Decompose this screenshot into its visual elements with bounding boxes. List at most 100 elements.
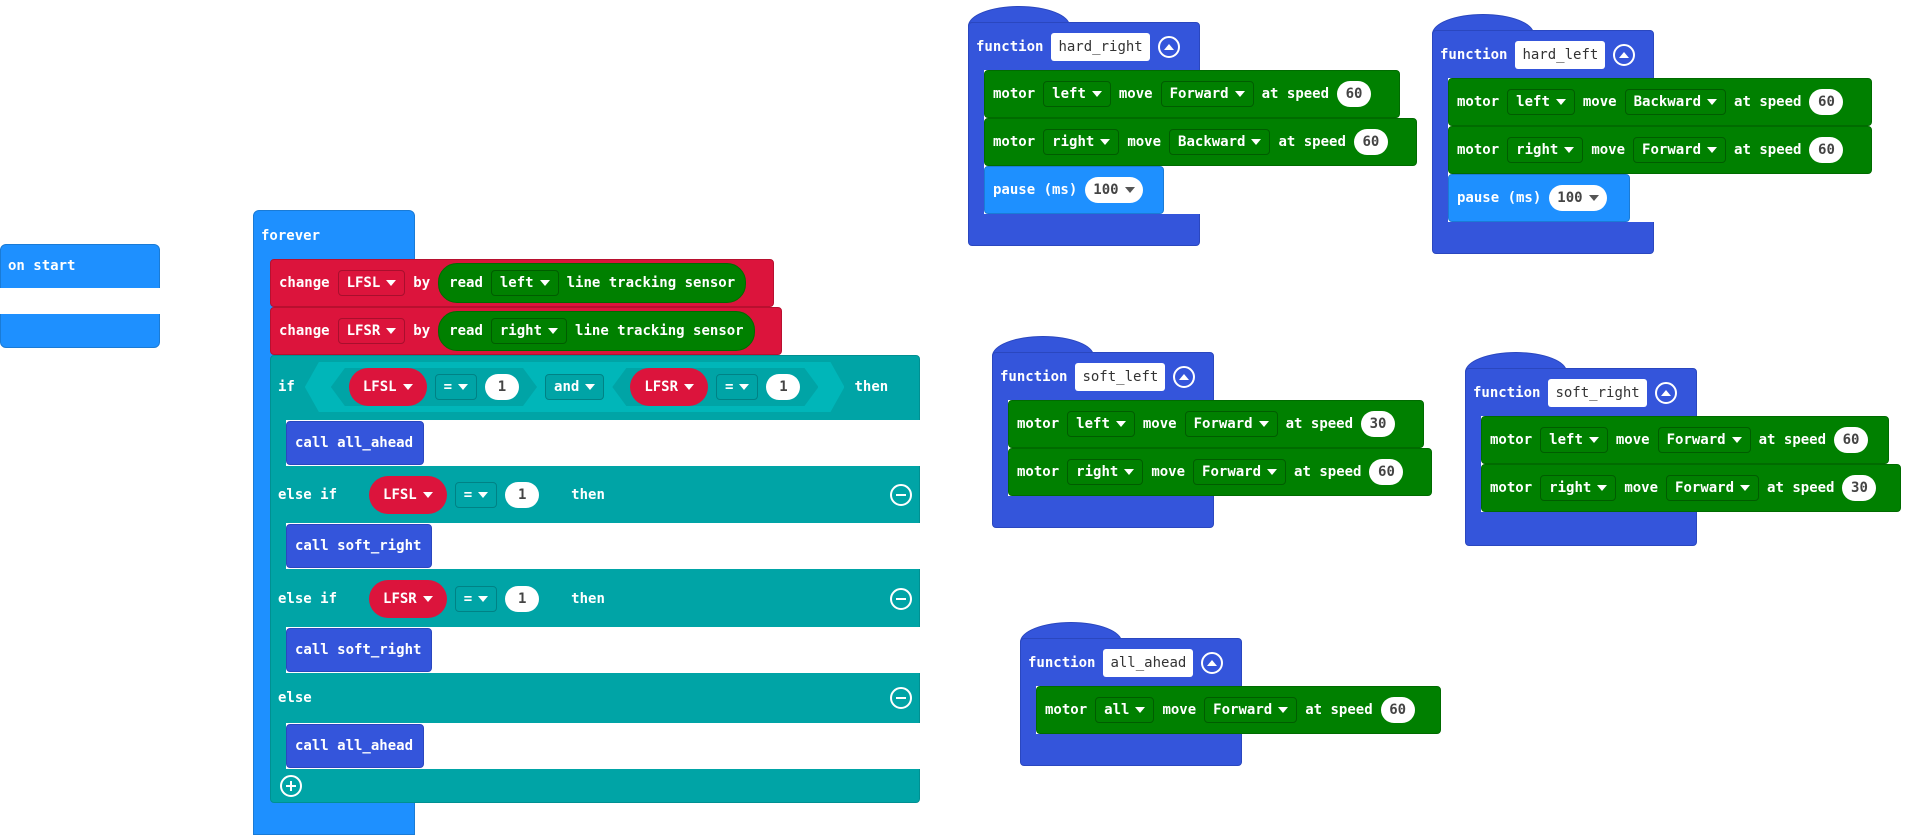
motor-block[interactable]: motor left move Forward at speed 30 (1008, 400, 1424, 448)
motor-block[interactable]: motor right move Forward at speed 60 (1448, 126, 1872, 174)
chevron-up-icon[interactable] (1201, 652, 1224, 674)
side-dropdown[interactable]: right (1507, 137, 1584, 163)
direction-dropdown[interactable]: Forward (1184, 411, 1278, 437)
motor-block[interactable]: motor right move Forward at speed 60 (1008, 448, 1432, 496)
function-name-field[interactable]: soft_right (1548, 379, 1647, 407)
pause-block[interactable]: pause (ms) 100 (984, 166, 1164, 214)
pause-input[interactable]: 100 (1085, 177, 1143, 203)
value-input[interactable]: 1 (505, 482, 539, 508)
speed-input[interactable]: 30 (1361, 411, 1396, 437)
motor-keyword: motor (1017, 416, 1060, 432)
speed-input[interactable]: 60 (1834, 427, 1869, 453)
lfsr-variable[interactable]: LFSR (369, 580, 447, 618)
change-lfsr-block[interactable]: change LFSR by read right line tracking … (270, 307, 782, 355)
at-speed-label: at speed (1261, 86, 1330, 102)
direction-dropdown[interactable]: Forward (1160, 81, 1254, 107)
on-start-label: on start (8, 258, 76, 274)
change-lfsl-block[interactable]: change LFSL by read left line tracking s… (270, 259, 774, 307)
motor-block[interactable]: motor left move Backward at speed 60 (1448, 78, 1872, 126)
else-keyword: else (278, 690, 312, 706)
side-dropdown[interactable]: left (1540, 427, 1608, 453)
function-name-field[interactable]: all_ahead (1103, 649, 1194, 677)
motor-block[interactable]: motor right move Backward at speed 60 (984, 118, 1417, 166)
side-dropdown[interactable]: right (1067, 459, 1144, 485)
speed-input[interactable]: 60 (1353, 129, 1388, 155)
side-dropdown[interactable]: left (1507, 89, 1575, 115)
side-dropdown[interactable]: right (1540, 475, 1617, 501)
function-name-field[interactable]: hard_right (1051, 33, 1150, 61)
motor-block[interactable]: motor all move Forward at speed 60 (1036, 686, 1441, 734)
side-dropdown[interactable]: left (1043, 81, 1111, 107)
function-header: function all_ahead (1020, 644, 1231, 682)
chevron-up-icon[interactable] (1173, 366, 1196, 388)
compare-lfsl[interactable]: LFSL = 1 (331, 368, 537, 406)
read-sensor-block[interactable]: read left line tracking sensor (438, 263, 747, 303)
side-dropdown[interactable]: left (490, 270, 559, 296)
at-speed-label: at speed (1285, 416, 1354, 432)
plus-circle-icon[interactable] (280, 775, 302, 797)
motor-block[interactable]: motor left move Forward at speed 60 (984, 70, 1400, 118)
compare-lfsl[interactable]: LFSL = 1 (345, 476, 563, 514)
then-keyword: then (854, 379, 889, 395)
move-keyword: move (1118, 86, 1153, 102)
direction-dropdown[interactable]: Forward (1204, 697, 1298, 723)
speed-input[interactable]: 60 (1380, 697, 1415, 723)
motor-block[interactable]: motor left move Forward at speed 60 (1481, 416, 1889, 464)
minus-circle-icon[interactable] (890, 687, 912, 709)
speed-input[interactable]: 60 (1809, 89, 1844, 115)
caret-down-icon (403, 384, 413, 390)
function-name-field[interactable]: hard_left (1515, 41, 1606, 69)
direction-dropdown[interactable]: Backward (1169, 129, 1271, 155)
speed-input[interactable]: 60 (1369, 459, 1404, 485)
operator-dropdown[interactable]: = (435, 374, 477, 400)
side-dropdown[interactable]: right (1043, 129, 1120, 155)
side-dropdown[interactable]: all (1095, 697, 1155, 723)
direction-dropdown[interactable]: Backward (1624, 89, 1727, 115)
call-all-ahead-block[interactable]: call all_ahead (286, 724, 424, 768)
chevron-up-icon[interactable] (1654, 382, 1677, 404)
caret-down-icon (739, 384, 749, 390)
lfsl-variable[interactable]: LFSL (369, 476, 447, 514)
direction-dropdown[interactable]: Forward (1633, 137, 1727, 163)
lfsl-variable[interactable]: LFSL (349, 368, 427, 406)
speed-input[interactable]: 60 (1809, 137, 1844, 163)
direction-dropdown[interactable]: Forward (1657, 427, 1751, 453)
variable-dropdown[interactable]: LFSL (337, 270, 406, 296)
motor-block[interactable]: motor right move Forward at speed 30 (1481, 464, 1901, 512)
operator-dropdown[interactable]: = (455, 586, 497, 612)
then-keyword: then (571, 591, 605, 607)
minus-circle-icon[interactable] (890, 484, 912, 506)
chevron-up-icon[interactable] (1613, 44, 1636, 66)
read-keyword: read (449, 275, 483, 291)
call-soft-right-block[interactable]: call soft_right (286, 628, 432, 672)
direction-dropdown[interactable]: Forward (1193, 459, 1287, 485)
lfsr-variable[interactable]: LFSR (630, 368, 708, 406)
read-sensor-block[interactable]: read right line tracking sensor (438, 311, 755, 351)
operator-dropdown[interactable]: = (455, 482, 497, 508)
pause-input[interactable]: 100 (1549, 185, 1607, 211)
and-dropdown[interactable]: and (545, 374, 604, 400)
compare-lfsr[interactable]: LFSR = 1 (612, 368, 818, 406)
chevron-up-icon[interactable] (1157, 36, 1180, 58)
call-soft-right-block[interactable]: call soft_right (286, 524, 432, 568)
compare-lfsr[interactable]: LFSR = 1 (345, 580, 563, 618)
pause-block[interactable]: pause (ms) 100 (1448, 174, 1630, 222)
speed-input[interactable]: 60 (1337, 81, 1372, 107)
function-name-field[interactable]: soft_left (1075, 363, 1166, 391)
value-input[interactable]: 1 (485, 374, 519, 400)
side-dropdown[interactable]: left (1067, 411, 1135, 437)
minus-circle-icon[interactable] (890, 588, 912, 610)
operator-dropdown[interactable]: = (716, 374, 758, 400)
value-input[interactable]: 1 (766, 374, 800, 400)
speed-input[interactable]: 30 (1842, 475, 1877, 501)
caret-down-icon (1564, 147, 1575, 153)
value-input[interactable]: 1 (505, 586, 539, 612)
side-dropdown[interactable]: right (490, 318, 568, 344)
move-keyword: move (1615, 432, 1650, 448)
direction-dropdown[interactable]: Forward (1666, 475, 1760, 501)
call-all-ahead-block[interactable]: call all_ahead (286, 421, 424, 465)
variable-dropdown[interactable]: LFSR (337, 318, 406, 344)
pause-label: pause (ms) (993, 182, 1078, 198)
and-condition[interactable]: LFSL = 1 and LFSR = 1 (305, 362, 845, 412)
caret-down-icon (386, 280, 397, 286)
